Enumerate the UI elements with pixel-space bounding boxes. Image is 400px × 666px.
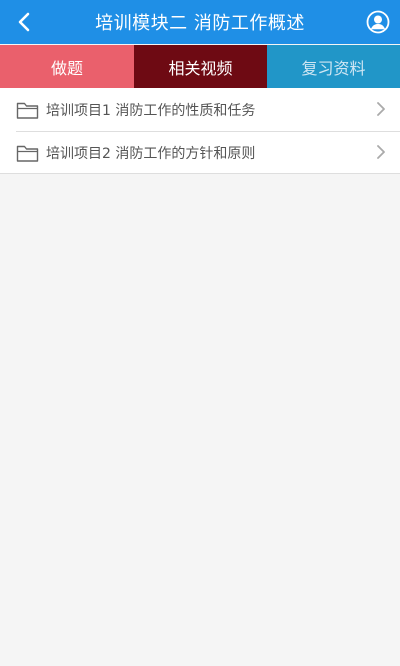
user-button[interactable] — [366, 10, 390, 34]
tab-exercises[interactable]: 做题 — [0, 45, 134, 88]
tab-label: 做题 — [50, 58, 83, 78]
list-item[interactable]: 培训项目1 消防工作的性质和任务 — [0, 88, 400, 131]
list-item-label: 培训项目1 消防工作的性质和任务 — [46, 102, 256, 119]
chevron-right-icon — [377, 102, 385, 116]
folder-icon — [16, 143, 40, 163]
project-list: 培训项目1 消防工作的性质和任务 培训项目2 消防工作的方针和原则 — [0, 88, 400, 174]
folder-icon — [16, 100, 40, 120]
back-button[interactable] — [8, 6, 40, 38]
user-avatar-icon — [366, 10, 390, 34]
list-item-label: 培训项目2 消防工作的方针和原则 — [46, 145, 256, 162]
list-item[interactable]: 培训项目2 消防工作的方针和原则 — [0, 131, 400, 174]
chevron-right-icon — [377, 145, 385, 159]
tab-label: 相关视频 — [168, 58, 233, 78]
tab-label: 复习资料 — [301, 58, 366, 78]
tab-review-materials[interactable]: 复习资料 — [267, 45, 400, 88]
tab-related-videos[interactable]: 相关视频 — [134, 45, 267, 88]
page-title: 培训模块二 消防工作概述 — [95, 13, 305, 34]
tab-bar: 做题 相关视频 复习资料 — [0, 45, 400, 88]
chevron-left-icon — [18, 12, 30, 32]
app-header: 培训模块二 消防工作概述 — [0, 0, 400, 44]
